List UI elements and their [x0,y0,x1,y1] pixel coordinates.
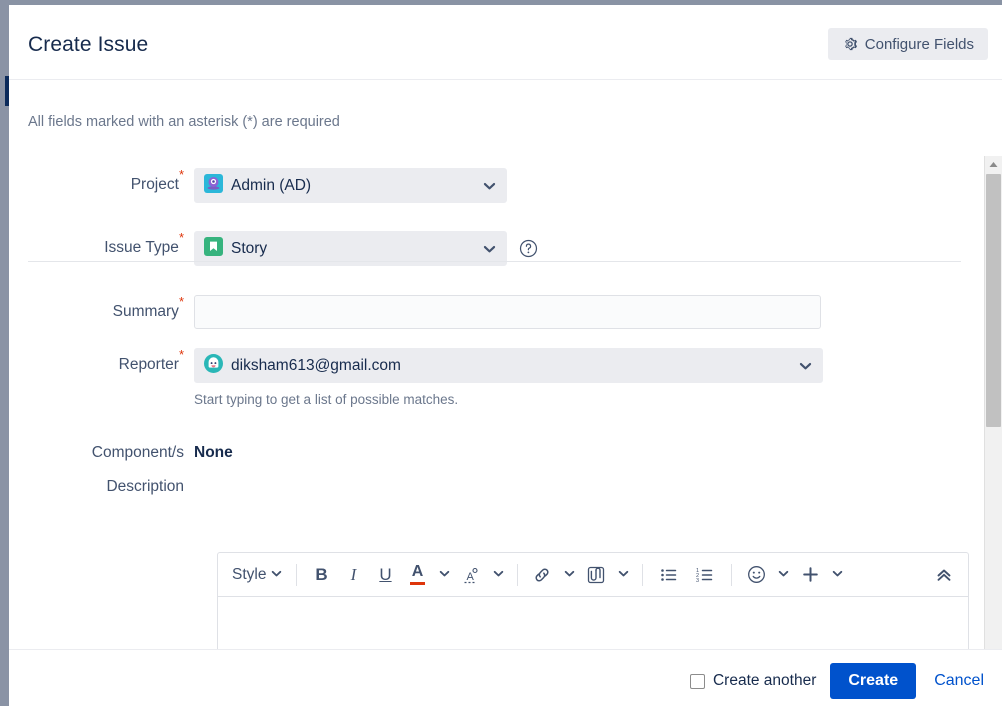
svg-text:3: 3 [696,578,699,584]
page-background-rail [0,0,9,706]
create-issue-dialog: Create Issue Configure Fields All fields… [9,5,1002,706]
toolbar-separator [517,563,519,586]
required-asterisk: * [178,230,184,245]
toolbar-separator [731,563,733,586]
footer-actions: Create another Create Cancel [689,650,988,706]
toolbar-separator [642,563,644,586]
create-another-label: Create another [712,672,817,689]
text-color-dropdown[interactable] [433,560,455,590]
chevron-down-icon [271,566,282,584]
user-avatar-icon [204,353,223,378]
reporter-select[interactable]: diksham613@gmail.com [194,348,823,383]
configure-fields-label: Configure Fields [864,35,974,53]
reporter-value: diksham613@gmail.com [231,356,401,374]
text-color-glyph: A [411,563,424,580]
chevron-down-icon [799,359,812,372]
description-editor: Style B I U A A 1 2 3 [217,552,969,649]
components-label: Component/s [91,444,184,461]
link-dropdown[interactable] [558,560,580,590]
reporter-label: Reporter* [118,347,184,373]
scrollbar-thumb[interactable] [986,174,1001,427]
chevron-down-icon [439,566,450,584]
chevron-down-icon [832,566,843,584]
create-another-checkbox[interactable] [689,673,705,689]
insert-more-dropdown[interactable] [826,560,848,590]
required-asterisk: * [178,167,184,182]
chevron-down-icon [618,566,629,584]
editor-toolbar: Style B I U A A 1 2 3 [217,552,969,597]
link-icon[interactable] [526,560,558,590]
underline-button[interactable]: U [369,560,401,590]
emoji-dropdown[interactable] [772,560,794,590]
description-label: Description [106,478,184,495]
page-title: Create Issue [28,33,149,56]
scroll-up-arrow-icon[interactable] [985,156,1002,173]
italic-button[interactable]: I [337,560,369,590]
project-avatar-icon [204,173,223,198]
dialog-body: All fields marked with an asterisk (*) a… [9,80,1002,649]
cancel-link[interactable]: Cancel [930,672,988,690]
components-value: None [194,444,233,461]
description-textarea[interactable] [217,597,969,649]
chevron-down-icon [564,566,575,584]
required-fields-note: All fields marked with an asterisk (*) a… [28,114,340,130]
style-label: Style [232,565,267,583]
field-row-description: Description [9,470,194,503]
style-dropdown[interactable]: Style [226,560,288,590]
form-container: All fields marked with an asterisk (*) a… [9,80,984,649]
field-row-project: Project* Admin (AD) [9,168,507,203]
issue-type-value: Story [231,239,268,257]
field-row-reporter: Reporter* diksham613@gmail.com Start typ… [9,348,823,407]
project-label: Project* [130,167,184,193]
create-button[interactable]: Create [830,663,917,699]
dialog-header: Create Issue Configure Fields [9,5,1002,80]
dialog-footer: Create another Create Cancel [9,649,1002,706]
issue-type-label: Issue Type* [104,230,184,256]
text-color-swatch [409,582,425,585]
vertical-scrollbar[interactable] [984,156,1002,649]
project-select[interactable]: Admin (AD) [194,168,507,203]
gear-icon [842,36,858,52]
summary-input[interactable] [194,295,821,329]
plus-icon[interactable] [794,560,826,590]
summary-label: Summary* [112,294,184,320]
text-color-button[interactable]: A [401,560,433,590]
chevron-down-icon [483,242,496,255]
numbered-list-icon[interactable]: 1 2 3 [687,560,723,590]
chevron-double-up-icon[interactable] [928,560,960,590]
story-bookmark-icon [204,236,223,261]
field-row-components: Component/s None [9,436,233,469]
text-highlight-button[interactable]: A [455,560,487,590]
section-divider [28,261,961,262]
bold-button[interactable]: B [305,560,337,590]
chevron-down-icon [483,179,496,192]
text-highlight-dropdown[interactable] [487,560,509,590]
chevron-down-icon [493,566,504,584]
project-value: Admin (AD) [231,176,312,194]
attachment-dropdown[interactable] [612,560,634,590]
required-asterisk: * [178,347,184,362]
attachment-icon[interactable] [580,560,612,590]
toolbar-separator [296,563,298,586]
chevron-down-icon [778,566,789,584]
reporter-hint: Start typing to get a list of possible m… [194,392,459,407]
svg-text:A: A [467,571,475,583]
page-root: Create Issue Configure Fields All fields… [0,0,1002,706]
field-row-summary: Summary* [9,295,821,329]
required-asterisk: * [178,294,184,309]
create-another-toggle[interactable]: Create another [689,672,817,690]
emoji-icon[interactable] [740,560,772,590]
reporter-field-group: diksham613@gmail.com Start typing to get… [194,348,823,407]
configure-fields-button[interactable]: Configure Fields [827,28,988,60]
bullet-list-icon[interactable] [651,560,687,590]
